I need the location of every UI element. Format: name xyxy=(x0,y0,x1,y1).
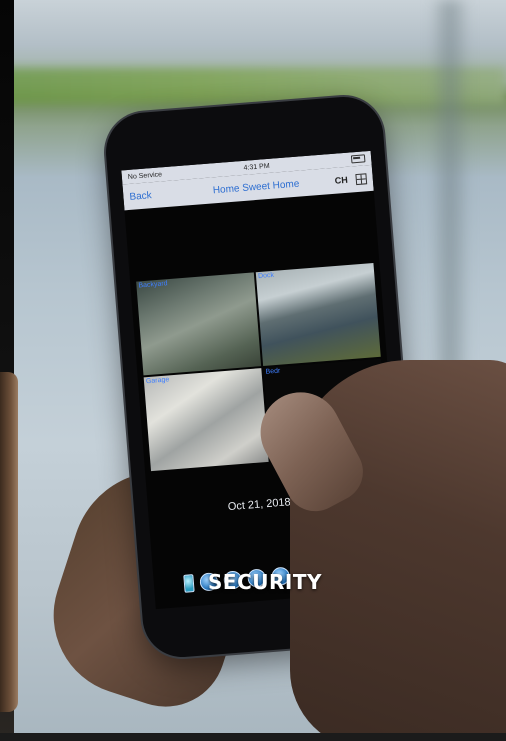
back-button[interactable]: Back xyxy=(129,188,178,203)
clock-text: 4:31 PM xyxy=(243,162,270,172)
battery-icon xyxy=(350,154,366,164)
camera-label: Backyard xyxy=(138,280,168,290)
nav-title: Home Sweet Home xyxy=(212,178,300,196)
channel-button[interactable]: CH xyxy=(334,175,348,186)
caption-text: SECURITY xyxy=(208,570,322,594)
camera-tile-dock[interactable]: Dock xyxy=(255,262,381,366)
camera-tile-backyard[interactable]: Backyard xyxy=(136,272,262,376)
camera-label: Dock xyxy=(257,271,275,281)
grid-layout-icon[interactable] xyxy=(355,172,368,185)
bottom-edge xyxy=(0,733,506,741)
photo-scene: No Service 4:31 PM Back Home Sweet Home … xyxy=(0,0,506,741)
carrier-text: No Service xyxy=(127,170,163,181)
camera-label: Bedr xyxy=(265,367,281,376)
camera-label: Garage xyxy=(145,376,170,386)
left-blurred-object xyxy=(0,372,18,712)
camera-tile-garage[interactable]: Garage xyxy=(143,368,269,472)
